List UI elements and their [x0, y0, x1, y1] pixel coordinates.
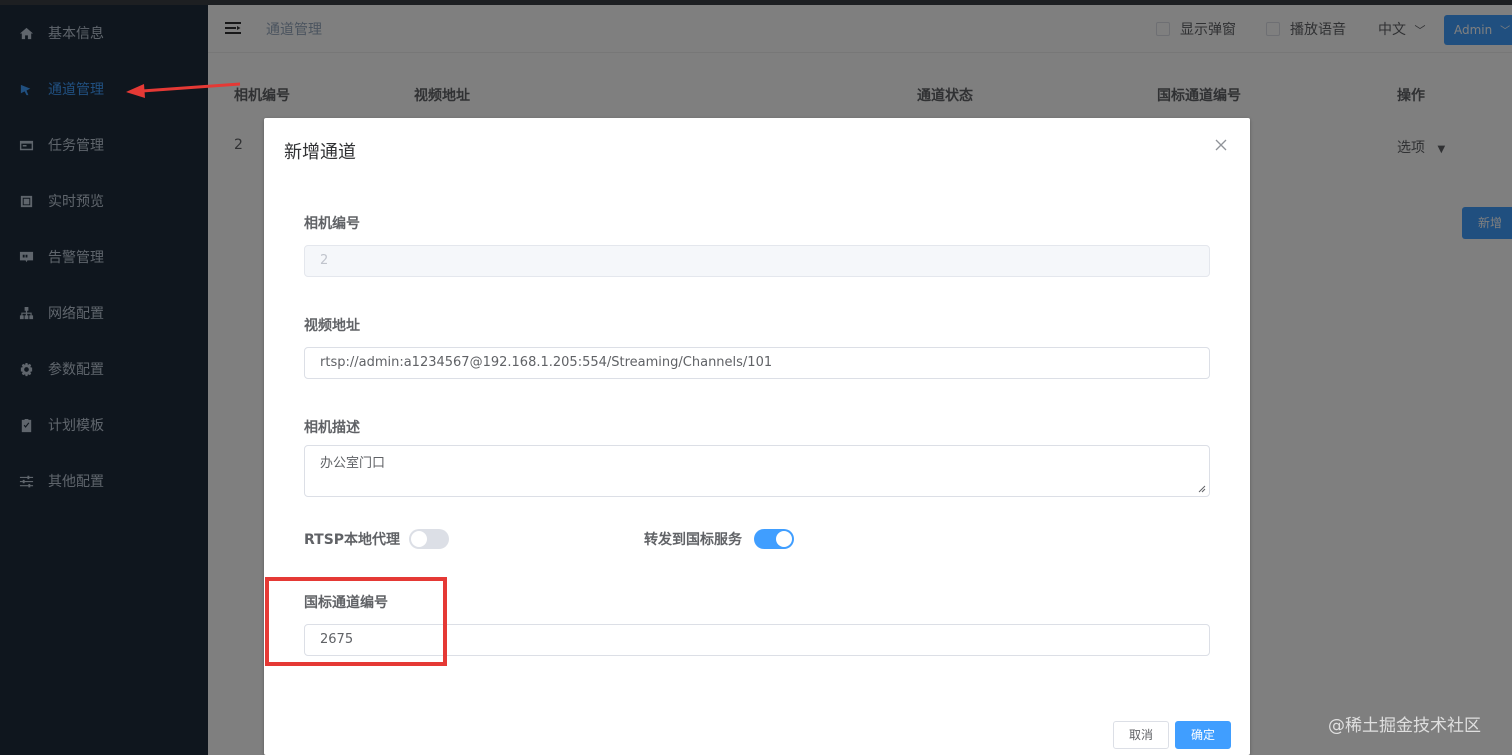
- rtsp-proxy-label: RTSP本地代理: [304, 532, 401, 548]
- camera-id-label: 相机编号: [304, 216, 360, 232]
- resize-grip-icon[interactable]: [1198, 485, 1206, 493]
- highlight-annotation-box: [265, 577, 447, 666]
- switch-knob: [776, 531, 792, 547]
- watermark: @稀土掘金技术社区: [1328, 716, 1481, 736]
- forward-gb-label: 转发到国标服务: [644, 532, 742, 548]
- video-url-input[interactable]: rtsp://admin:a1234567@192.168.1.205:554/…: [304, 347, 1210, 379]
- camera-desc-text: 办公室门口: [320, 456, 386, 471]
- forward-gb-switch[interactable]: [754, 529, 794, 549]
- switch-knob: [411, 531, 427, 547]
- confirm-button[interactable]: 确定: [1175, 721, 1231, 749]
- camera-desc-label: 相机描述: [304, 420, 360, 436]
- cancel-button[interactable]: 取消: [1113, 721, 1169, 749]
- annotation-arrow-icon: [126, 82, 241, 98]
- dialog-title: 新增通道: [284, 142, 356, 163]
- close-icon[interactable]: [1214, 138, 1228, 152]
- camera-id-input[interactable]: 2: [304, 245, 1210, 277]
- rtsp-proxy-switch[interactable]: [409, 529, 449, 549]
- camera-desc-textarea[interactable]: 办公室门口: [304, 445, 1210, 497]
- video-url-label: 视频地址: [304, 318, 360, 334]
